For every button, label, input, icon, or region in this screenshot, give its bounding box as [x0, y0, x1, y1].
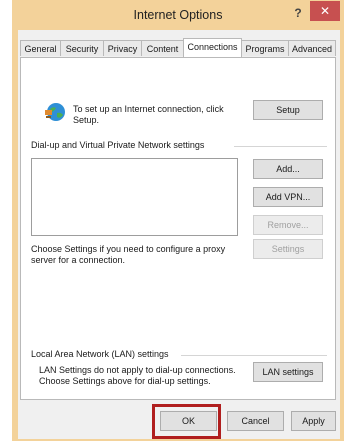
apply-button[interactable]: Apply: [291, 411, 336, 431]
add-vpn-button[interactable]: Add VPN...: [253, 187, 323, 207]
lan-text: LAN Settings do not apply to dial-up con…: [39, 365, 236, 386]
tab-connections[interactable]: Connections: [183, 38, 242, 57]
ok-highlight-box: [152, 404, 221, 439]
lan-heading: Local Area Network (LAN) settings: [31, 349, 169, 359]
cancel-button[interactable]: Cancel: [227, 411, 284, 431]
lan-settings-button[interactable]: LAN settings: [253, 362, 323, 382]
title-bar[interactable]: Internet Options ? ✕: [12, 0, 344, 30]
connections-list[interactable]: [31, 158, 238, 236]
close-button[interactable]: ✕: [310, 1, 340, 21]
tab-general[interactable]: General: [20, 40, 61, 56]
tab-security[interactable]: Security: [60, 40, 104, 56]
tab-advanced[interactable]: Advanced: [288, 40, 336, 56]
remove-button[interactable]: Remove...: [253, 215, 323, 235]
tab-privacy[interactable]: Privacy: [103, 40, 142, 56]
dialup-heading: Dial-up and Virtual Private Network sett…: [31, 140, 205, 150]
connections-panel: To set up an Internet connection, click …: [20, 57, 336, 400]
setup-text: To set up an Internet connection, click …: [73, 104, 224, 125]
help-button[interactable]: ?: [288, 6, 308, 20]
globe-network-icon: [45, 103, 65, 121]
setup-button[interactable]: Setup: [253, 100, 323, 120]
tab-content[interactable]: Content: [141, 40, 184, 56]
dialup-divider: [234, 146, 327, 147]
settings-button[interactable]: Settings: [253, 239, 323, 259]
add-button[interactable]: Add...: [253, 159, 323, 179]
proxy-text: Choose Settings if you need to configure…: [31, 244, 226, 265]
lan-divider: [181, 355, 327, 356]
dialog-client-area: General Security Privacy Content Connect…: [18, 30, 340, 439]
internet-options-dialog: Internet Options ? ✕ General Security Pr…: [12, 0, 344, 441]
tab-programs[interactable]: Programs: [241, 40, 289, 56]
